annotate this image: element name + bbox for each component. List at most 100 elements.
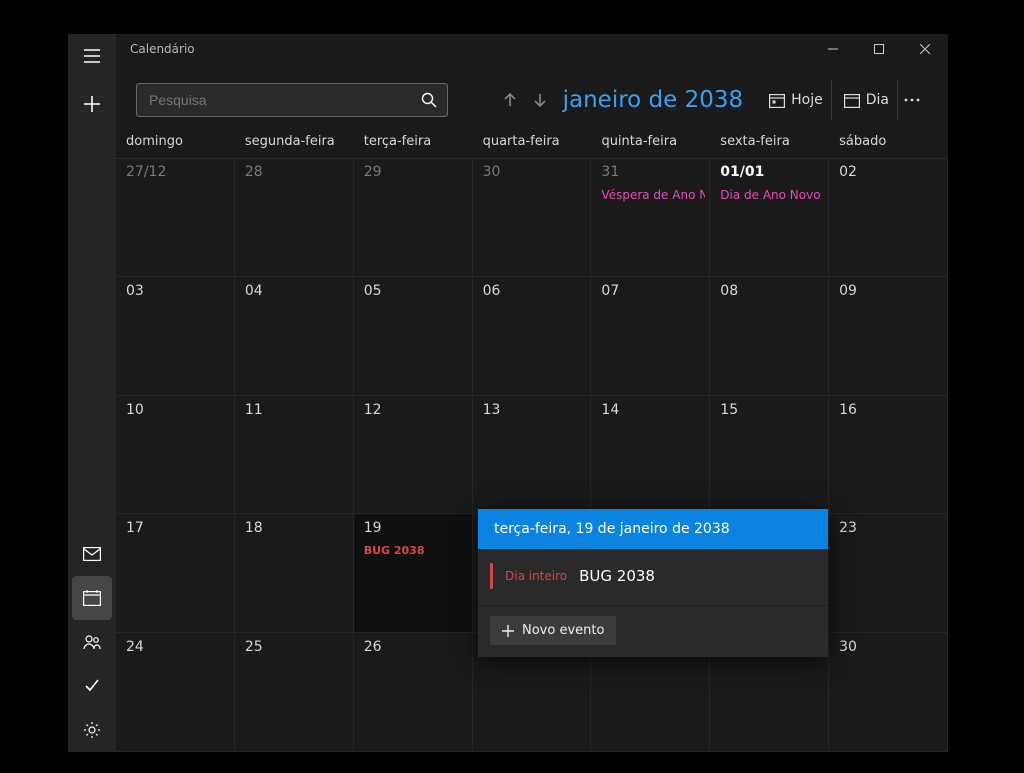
arrow-up-icon — [502, 92, 518, 108]
titlebar: Calendário — [116, 34, 948, 64]
calendar-cell[interactable]: 06 — [473, 277, 592, 396]
calendar-cell[interactable]: 01/01 Dia de Ano Novo — [710, 158, 829, 277]
calendar-icon — [83, 590, 101, 606]
cell-date: 12 — [364, 402, 472, 418]
calendar-cell[interactable]: 23 — [829, 514, 948, 633]
cell-date: 17 — [126, 520, 234, 536]
calendar-window: Calendário janeiro de 2038 Hoje — [68, 34, 948, 752]
holiday-event[interactable]: Dia de Ano Novo — [720, 188, 824, 202]
calendar-cell[interactable]: 10 — [116, 396, 235, 515]
cell-date: 15 — [720, 402, 828, 418]
calendar-cell[interactable]: 13 — [473, 396, 592, 515]
calendar-cell[interactable]: 15 — [710, 396, 829, 515]
cell-date: 10 — [126, 402, 234, 418]
new-event-button[interactable] — [68, 78, 116, 130]
today-button[interactable]: Hoje — [761, 80, 832, 120]
view-button[interactable]: Dia — [836, 80, 898, 120]
minimize-icon — [828, 44, 838, 54]
cell-date: 07 — [601, 283, 709, 299]
minimize-button[interactable] — [810, 34, 856, 64]
calendar-cell[interactable]: 30 — [473, 158, 592, 277]
sidebar — [68, 34, 116, 752]
search-input[interactable] — [147, 91, 421, 109]
cell-date: 19 — [364, 520, 472, 536]
toolbar: janeiro de 2038 Hoje Dia — [116, 76, 948, 124]
cell-date: 31 — [601, 164, 709, 180]
calendar-cell[interactable]: 04 — [235, 277, 354, 396]
cell-date: 30 — [839, 639, 947, 655]
cell-date: 26 — [364, 639, 472, 655]
day-header: segunda-feira — [235, 134, 354, 158]
cell-date: 09 — [839, 283, 947, 299]
calendar-cell[interactable]: 18 — [235, 514, 354, 633]
event-color-bar — [490, 563, 493, 589]
day-header: terça-feira — [354, 134, 473, 158]
hamburger-icon — [84, 49, 100, 63]
cell-date: 14 — [601, 402, 709, 418]
cell-date: 01/01 — [720, 164, 828, 180]
event-popup: terça-feira, 19 de janeiro de 2038 Dia i… — [478, 509, 828, 657]
view-label: Dia — [866, 92, 889, 108]
search-box[interactable] — [136, 83, 448, 117]
calendar-cell[interactable]: 14 — [591, 396, 710, 515]
settings-nav-button[interactable] — [68, 708, 116, 752]
day-header-row: domingosegunda-feiraterça-feiraquarta-fe… — [116, 134, 948, 159]
prev-month-button[interactable] — [495, 80, 525, 120]
maximize-button[interactable] — [856, 34, 902, 64]
calendar-cell[interactable]: 30 — [829, 633, 948, 752]
day-header: quinta-feira — [591, 134, 710, 158]
calendar-cell[interactable]: 24 — [116, 633, 235, 752]
cell-date: 28 — [245, 164, 353, 180]
day-header: domingo — [116, 134, 235, 158]
calendar-cell[interactable]: 25 — [235, 633, 354, 752]
calendar-cell[interactable]: 16 — [829, 396, 948, 515]
calendar-cell[interactable]: 19 BUG 2038 — [354, 514, 473, 633]
today-label: Hoje — [791, 92, 823, 108]
people-nav-button[interactable] — [68, 620, 116, 664]
calendar-nav-button[interactable] — [72, 576, 112, 620]
more-icon — [904, 98, 920, 102]
more-button[interactable] — [898, 80, 926, 120]
calendar-cell[interactable]: 12 — [354, 396, 473, 515]
month-label[interactable]: janeiro de 2038 — [563, 87, 744, 113]
calendar-cell[interactable]: 09 — [829, 277, 948, 396]
cell-date: 25 — [245, 639, 353, 655]
day-header: quarta-feira — [473, 134, 592, 158]
event-name: BUG 2038 — [579, 567, 655, 585]
event-allday-tag: Dia inteiro — [505, 569, 567, 583]
calendar-cell[interactable]: 28 — [235, 158, 354, 277]
arrow-down-icon — [532, 92, 548, 108]
calendar-cell[interactable]: 29 — [354, 158, 473, 277]
hamburger-button[interactable] — [68, 34, 116, 78]
cell-date: 04 — [245, 283, 353, 299]
popup-header: terça-feira, 19 de janeiro de 2038 — [478, 509, 828, 549]
close-button[interactable] — [902, 34, 948, 64]
calendar-cell[interactable]: 26 — [354, 633, 473, 752]
calendar-cell[interactable]: 05 — [354, 277, 473, 396]
day-view-icon — [844, 93, 860, 108]
cell-date: 08 — [720, 283, 828, 299]
window-title: Calendário — [130, 42, 195, 56]
today-icon — [769, 93, 785, 108]
calendar-cell[interactable]: 27/12 — [116, 158, 235, 277]
calendar-cell[interactable]: 07 — [591, 277, 710, 396]
plus-icon — [83, 95, 101, 113]
new-event-popup-button[interactable]: Novo evento — [490, 616, 616, 645]
holiday-event[interactable]: Véspera de Ano N — [601, 188, 705, 202]
mail-nav-button[interactable] — [68, 532, 116, 576]
calendar-cell[interactable]: 02 — [829, 158, 948, 277]
calendar-cell[interactable]: 11 — [235, 396, 354, 515]
popup-event[interactable]: Dia inteiro BUG 2038 — [478, 549, 828, 606]
next-month-button[interactable] — [525, 80, 555, 120]
plus-icon — [502, 625, 514, 637]
calendar-cell[interactable]: 08 — [710, 277, 829, 396]
bug-event[interactable]: BUG 2038 — [364, 544, 425, 557]
calendar-cell[interactable]: 31 Véspera de Ano N — [591, 158, 710, 277]
todo-nav-button[interactable] — [68, 664, 116, 708]
day-header: sábado — [829, 134, 948, 158]
cell-date: 06 — [483, 283, 591, 299]
close-icon — [920, 44, 930, 54]
calendar-cell[interactable]: 17 — [116, 514, 235, 633]
cell-date: 27/12 — [126, 164, 234, 180]
calendar-cell[interactable]: 03 — [116, 277, 235, 396]
